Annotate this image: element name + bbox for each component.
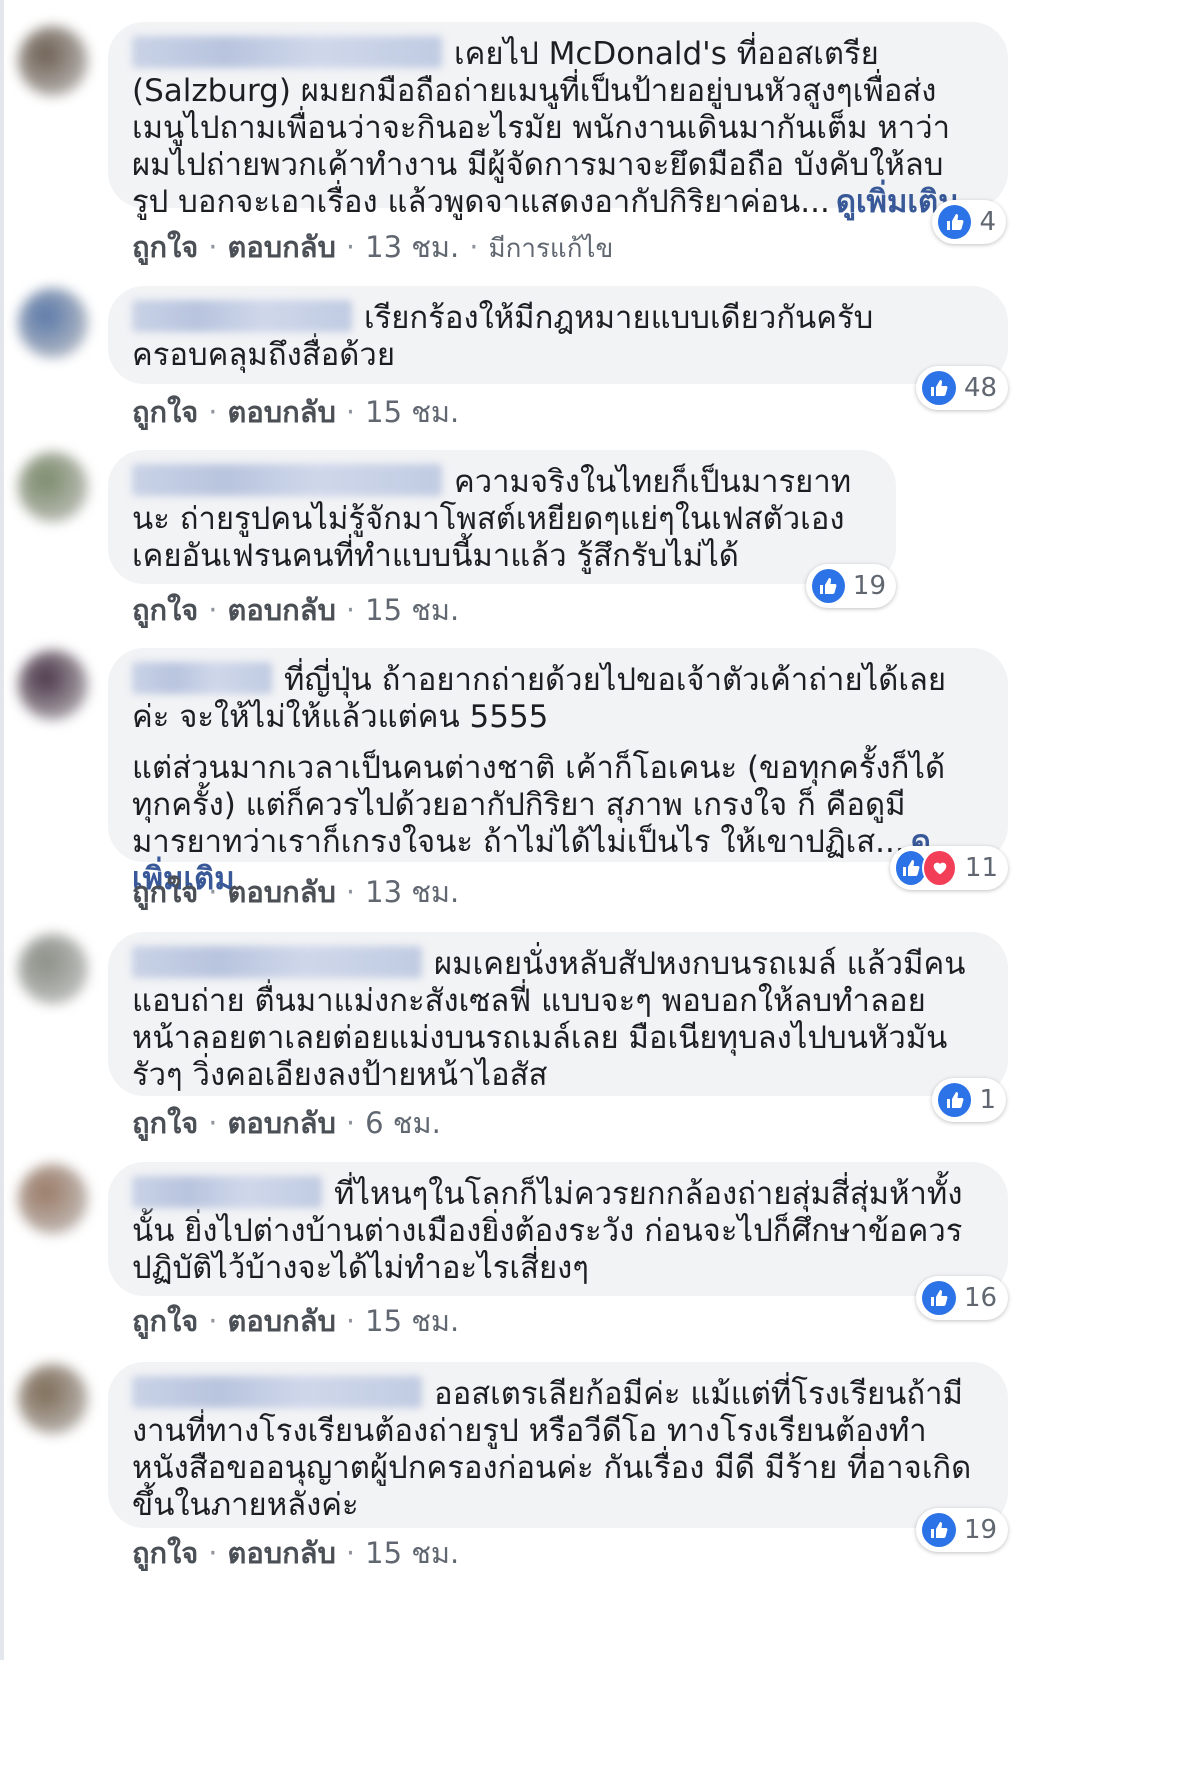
- comment-bubble: ที่ไหนๆในโลกก็ไม่ควรยกกล้องถ่ายสุ่มสี่สุ…: [108, 1162, 1008, 1296]
- avatar[interactable]: [18, 452, 88, 522]
- comment-bubble: ความจริงในไทยก็เป็นมารยาทนะ ถ่ายรูปคนไม่…: [108, 450, 896, 584]
- like-icon: [812, 569, 845, 603]
- separator: ·: [345, 875, 356, 909]
- author-name[interactable]: [132, 36, 442, 68]
- like-link[interactable]: ถูกใจ: [132, 230, 198, 264]
- comment-actions: ถูกใจ · ตอบกลับ · 6 ชม.: [132, 1100, 441, 1146]
- comment-bubble: ออสเตรเลียก้อมีค่ะ แม้แต่ที่โรงเรียนถ้าม…: [108, 1362, 1008, 1528]
- like-icon: [922, 1281, 956, 1315]
- like-link[interactable]: ถูกใจ: [132, 395, 198, 429]
- separator: ·: [208, 230, 218, 264]
- comment-text: เรียกร้องให้มีกฎหมายแบบเดียวกันครับ ครอบ…: [132, 300, 978, 374]
- reply-link[interactable]: ตอบกลับ: [228, 1304, 336, 1338]
- reaction-summary[interactable]: 4: [932, 200, 1006, 244]
- avatar[interactable]: [18, 1364, 88, 1434]
- separator: ·: [345, 1304, 356, 1338]
- reply-link[interactable]: ตอบกลับ: [228, 230, 336, 264]
- comment-text: ที่ญี่ปุ่น ถ้าอยากถ่ายด้วยไปขอเจ้าตัวเค้…: [132, 662, 978, 898]
- reaction-count: 19: [964, 1515, 998, 1545]
- like-link[interactable]: ถูกใจ: [132, 1304, 198, 1338]
- avatar[interactable]: [18, 288, 88, 358]
- author-name[interactable]: [132, 464, 442, 496]
- comment-text: ความจริงในไทยก็เป็นมารยาทนะ ถ่ายรูปคนไม่…: [132, 464, 866, 575]
- reply-link[interactable]: ตอบกลับ: [228, 593, 336, 627]
- author-name[interactable]: [132, 946, 422, 978]
- avatar[interactable]: [18, 934, 88, 1004]
- reply-link[interactable]: ตอบกลับ: [228, 395, 336, 429]
- separator: ·: [345, 1536, 356, 1570]
- reply-link[interactable]: ตอบกลับ: [228, 1106, 336, 1140]
- reaction-summary[interactable]: 11: [890, 846, 1008, 890]
- comment-text: ผมเคยนั่งหลับสัปหงกบนรถเมล์ แล้วมีคนแอบถ…: [132, 946, 978, 1094]
- reaction-summary[interactable]: 16: [916, 1276, 1008, 1320]
- separator: ·: [345, 593, 356, 627]
- comment-bubble: เรียกร้องให้มีกฎหมายแบบเดียวกันครับ ครอบ…: [108, 286, 1008, 384]
- reaction-count: 4: [979, 207, 996, 237]
- comment-actions: ถูกใจ · ตอบกลับ · 15 ชม.: [132, 1298, 459, 1344]
- avatar[interactable]: [18, 1164, 88, 1234]
- reaction-count: 11: [964, 853, 998, 883]
- comment-actions: ถูกใจ · ตอบกลับ · 15 ชม.: [132, 1530, 459, 1576]
- separator: ·: [208, 1536, 218, 1570]
- separator: ·: [469, 230, 479, 264]
- author-name[interactable]: [132, 662, 272, 694]
- author-name[interactable]: [132, 300, 352, 332]
- edited-label[interactable]: มีการแก้ไข: [488, 234, 613, 264]
- like-icon: [938, 1083, 972, 1117]
- separator: ·: [345, 1106, 356, 1140]
- timestamp[interactable]: 15 ชม.: [365, 593, 459, 627]
- like-icon: [922, 371, 956, 405]
- comment-bubble: ที่ญี่ปุ่น ถ้าอยากถ่ายด้วยไปขอเจ้าตัวเค้…: [108, 648, 1008, 897]
- timestamp[interactable]: 15 ชม.: [365, 395, 459, 429]
- comment-bubble: ผมเคยนั่งหลับสัปหงกบนรถเมล์ แล้วมีคนแอบถ…: [108, 932, 1008, 1096]
- author-name[interactable]: [132, 1376, 422, 1408]
- comment-text: ที่ไหนๆในโลกก็ไม่ควรยกกล้องถ่ายสุ่มสี่สุ…: [132, 1176, 978, 1287]
- reply-link[interactable]: ตอบกลับ: [228, 875, 336, 909]
- avatar[interactable]: [18, 650, 88, 720]
- separator: ·: [208, 1106, 218, 1140]
- comment-actions: ถูกใจ · ตอบกลับ · 13 ชม.: [132, 869, 459, 915]
- comment-actions: ถูกใจ · ตอบกลับ · 15 ชม.: [132, 389, 459, 435]
- like-icon: [938, 205, 972, 239]
- author-name[interactable]: [132, 1176, 322, 1208]
- thread-border: [0, 0, 4, 1660]
- comment-bubble: เคยไป McDonald's ที่ออสเตรีย (Salzburg) …: [108, 22, 1008, 220]
- comment-paragraph: แต่ส่วนมากเวลาเป็นคนต่างชาติ เค้าก็โอเคน…: [132, 750, 946, 860]
- separator: ·: [345, 230, 356, 264]
- avatar[interactable]: [18, 26, 88, 96]
- comment-text: เคยไป McDonald's ที่ออสเตรีย (Salzburg) …: [132, 36, 978, 221]
- separator: ·: [208, 395, 218, 429]
- like-link[interactable]: ถูกใจ: [132, 875, 198, 909]
- reaction-count: 1: [979, 1085, 996, 1115]
- like-link[interactable]: ถูกใจ: [132, 1536, 198, 1570]
- timestamp[interactable]: 13 ชม.: [365, 230, 459, 264]
- reaction-count: 19: [852, 571, 886, 601]
- love-icon: [922, 849, 957, 887]
- separator: ·: [208, 875, 218, 909]
- comment-actions: ถูกใจ · ตอบกลับ · 15 ชม.: [132, 587, 459, 633]
- like-link[interactable]: ถูกใจ: [132, 593, 198, 627]
- timestamp[interactable]: 13 ชม.: [365, 875, 459, 909]
- timestamp[interactable]: 15 ชม.: [365, 1304, 459, 1338]
- reaction-summary[interactable]: 19: [806, 564, 896, 608]
- like-icon: [922, 1513, 956, 1547]
- reaction-summary[interactable]: 1: [932, 1078, 1006, 1122]
- reaction-count: 48: [964, 373, 998, 403]
- separator: ·: [208, 593, 218, 627]
- reaction-summary[interactable]: 48: [916, 366, 1008, 410]
- like-link[interactable]: ถูกใจ: [132, 1106, 198, 1140]
- reply-link[interactable]: ตอบกลับ: [228, 1536, 336, 1570]
- reaction-count: 16: [964, 1283, 998, 1313]
- reaction-summary[interactable]: 19: [916, 1508, 1008, 1552]
- separator: ·: [208, 1304, 218, 1338]
- timestamp[interactable]: 15 ชม.: [365, 1536, 459, 1570]
- timestamp[interactable]: 6 ชม.: [365, 1106, 441, 1140]
- separator: ·: [345, 395, 356, 429]
- comment-text: ออสเตรเลียก้อมีค่ะ แม้แต่ที่โรงเรียนถ้าม…: [132, 1376, 978, 1524]
- comment-actions: ถูกใจ · ตอบกลับ · 13 ชม. · มีการแก้ไข: [132, 224, 613, 270]
